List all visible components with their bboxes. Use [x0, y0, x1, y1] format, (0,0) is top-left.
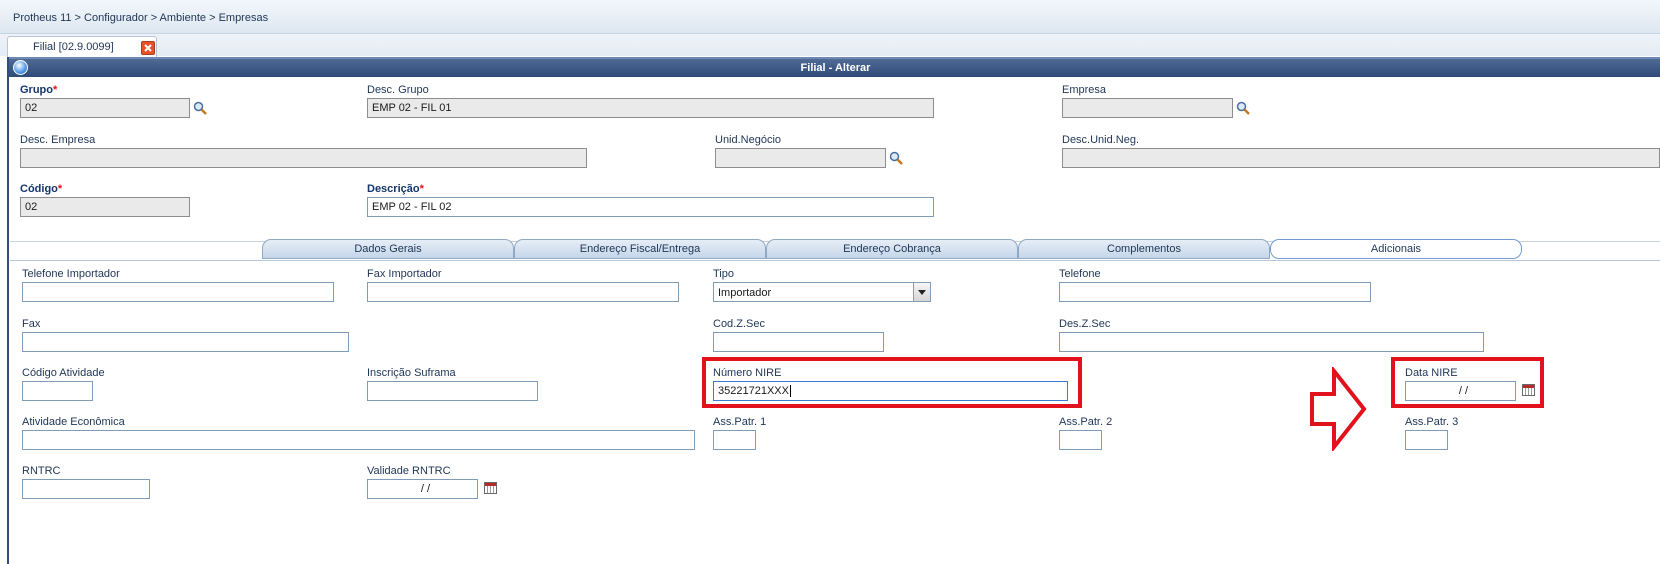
right-arrow-outline-icon	[1310, 367, 1367, 451]
tab-adicionais[interactable]: Adicionais	[1270, 239, 1522, 259]
atividade-economica-field[interactable]	[22, 430, 695, 450]
desc-grupo-field[interactable]: EMP 02 - FIL 01	[367, 98, 934, 118]
validade-rntrc-field[interactable]: / /	[367, 479, 478, 499]
cod-z-sec-label: Cod.Z.Sec	[713, 318, 765, 330]
fax-importador-field[interactable]	[367, 282, 679, 302]
tab-content-border	[10, 260, 1660, 261]
dialog-panel: Filial - Alterar Grupo* 02 Desc. Grupo E…	[7, 57, 1660, 564]
chevron-down-icon[interactable]	[913, 283, 930, 301]
tipo-label: Tipo	[713, 268, 734, 280]
ass-patr-3-field[interactable]	[1405, 430, 1448, 450]
validade-rntrc-label: Validade RNTRC	[367, 465, 451, 477]
rntrc-label: RNTRC	[22, 465, 61, 477]
magnifier-icon[interactable]	[193, 101, 207, 115]
magnifier-icon[interactable]	[889, 151, 903, 165]
desc-grupo-label: Desc. Grupo	[367, 84, 429, 96]
breadcrumb: Protheus 11 > Configurador > Ambiente > …	[13, 12, 269, 24]
telefone-importador-field[interactable]	[22, 282, 334, 302]
empresa-field[interactable]	[1062, 98, 1233, 118]
codigo-label: Código*	[20, 183, 63, 195]
codigo-atividade-label: Código Atividade	[22, 367, 105, 379]
fax-importador-label: Fax Importador	[367, 268, 442, 280]
highlight-box-data-nire	[1391, 357, 1544, 408]
desc-unid-neg-field[interactable]	[1062, 148, 1660, 168]
dialog-titlebar: Filial - Alterar	[9, 57, 1660, 77]
fax-field[interactable]	[22, 332, 349, 352]
tipo-select[interactable]: Importador	[713, 282, 931, 302]
highlight-box-numero-nire	[702, 357, 1082, 408]
unid-negocio-field[interactable]	[715, 148, 886, 168]
tab-endereco-fiscal-entrega[interactable]: Endereço Fiscal/Entrega	[514, 239, 766, 259]
grupo-field[interactable]: 02	[20, 98, 190, 118]
descricao-label: Descrição*	[367, 183, 424, 195]
top-bar: Protheus 11 > Configurador > Ambiente > …	[0, 0, 1660, 34]
cod-z-sec-field[interactable]	[713, 332, 884, 352]
des-z-sec-field[interactable]	[1059, 332, 1484, 352]
ass-patr-3-label: Ass.Patr. 3	[1405, 416, 1459, 428]
atividade-economica-label: Atividade Econômica	[22, 416, 125, 428]
des-z-sec-label: Des.Z.Sec	[1059, 318, 1111, 330]
tab-dados-gerais[interactable]: Dados Gerais	[262, 239, 514, 259]
document-tab-label: Filial [02.9.0099]	[33, 41, 114, 53]
tipo-selected-value: Importador	[718, 287, 772, 299]
tab-complementos[interactable]: Complementos	[1018, 239, 1270, 259]
grupo-label: Grupo*	[20, 84, 58, 96]
desc-empresa-label: Desc. Empresa	[20, 134, 96, 146]
unid-negocio-label: Unid.Negócio	[715, 134, 782, 146]
telefone-field[interactable]	[1059, 282, 1371, 302]
inscricao-suframa-field[interactable]	[367, 381, 538, 401]
telefone-importador-label: Telefone Importador	[22, 268, 120, 280]
empresa-label: Empresa	[1062, 84, 1107, 96]
desc-unid-neg-label: Desc.Unid.Neg.	[1062, 134, 1140, 146]
rntrc-field[interactable]	[22, 479, 150, 499]
document-tab[interactable]: Filial [02.9.0099]	[7, 36, 157, 57]
ass-patr-2-label: Ass.Patr. 2	[1059, 416, 1113, 428]
ass-patr-2-field[interactable]	[1059, 430, 1102, 450]
codigo-field[interactable]: 02	[20, 197, 190, 217]
codigo-atividade-field[interactable]	[22, 381, 93, 401]
document-tab-strip: Filial [02.9.0099]	[0, 34, 1660, 57]
fax-label: Fax	[22, 318, 41, 330]
calendar-icon[interactable]	[484, 482, 497, 494]
ass-patr-1-field[interactable]	[713, 430, 756, 450]
desc-empresa-field[interactable]	[20, 148, 587, 168]
dialog-title: Filial - Alterar	[800, 62, 871, 74]
inscricao-suframa-label: Inscrição Suframa	[367, 367, 456, 379]
descricao-field[interactable]: EMP 02 - FIL 02	[367, 197, 934, 217]
telefone-label: Telefone	[1059, 268, 1101, 280]
close-icon[interactable]	[141, 41, 155, 55]
ass-patr-1-label: Ass.Patr. 1	[713, 416, 767, 428]
magnifier-icon[interactable]	[1236, 101, 1250, 115]
tab-endereco-cobranca[interactable]: Endereço Cobrança	[766, 239, 1018, 259]
